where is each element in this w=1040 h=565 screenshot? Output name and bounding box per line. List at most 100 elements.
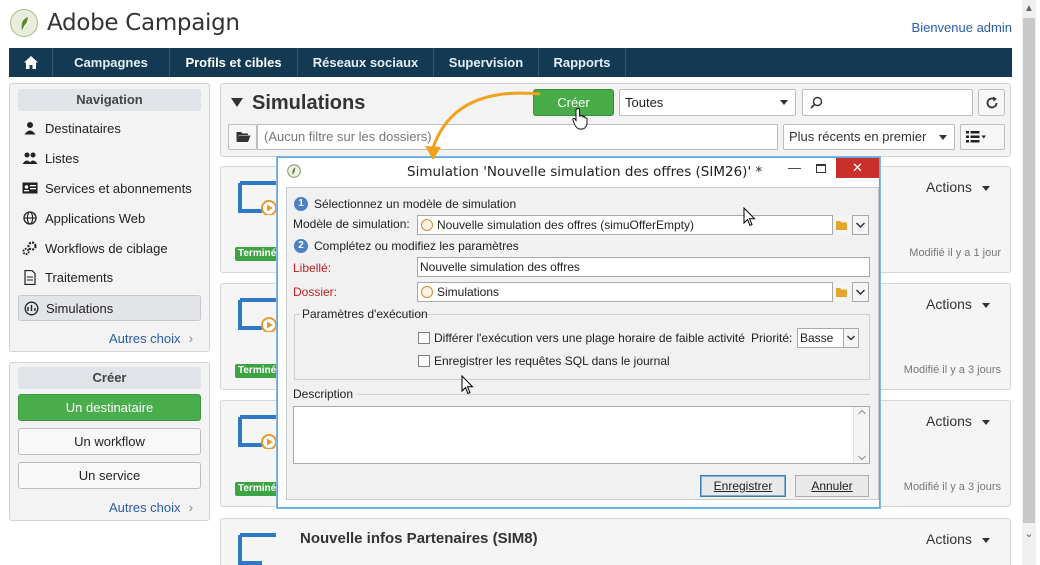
step-2-badge: 2 xyxy=(294,239,308,253)
modified-date: Modifié il y a 3 jours xyxy=(903,481,1001,493)
model-label: Modèle de simulation: xyxy=(293,217,410,231)
folder-open-icon xyxy=(236,131,251,143)
chevron-right-icon: › xyxy=(188,330,194,346)
arrow-cursor-icon xyxy=(461,375,474,395)
maximize-icon[interactable] xyxy=(816,164,826,173)
scroll-thumb[interactable] xyxy=(1023,18,1035,523)
simulation-card-icon xyxy=(238,415,278,449)
nav-campagnes[interactable]: Campagnes xyxy=(53,48,170,77)
close-icon[interactable]: ✕ xyxy=(836,158,879,178)
arrow-cursor-icon xyxy=(743,207,756,227)
refresh-button[interactable] xyxy=(978,89,1005,116)
card-actions-menu[interactable]: Actions xyxy=(926,531,990,547)
sidebar-item-destinataires[interactable]: Destinataires xyxy=(18,115,201,141)
list-view-icon xyxy=(966,130,986,144)
chevron-down-icon xyxy=(843,329,858,347)
simulation-card-icon xyxy=(238,533,278,565)
refresh-icon xyxy=(985,96,999,110)
group-line xyxy=(401,314,870,315)
adobe-campaign-logo xyxy=(10,9,38,37)
card-actions-menu[interactable]: Actions xyxy=(926,413,990,429)
group-line xyxy=(294,314,300,315)
sidebar-item-traitements[interactable]: Traitements xyxy=(18,264,201,290)
step-1-badge: 1 xyxy=(294,197,308,211)
priority-select[interactable]: Basse xyxy=(797,328,859,348)
save-button[interactable]: Enregistrer xyxy=(700,475,786,497)
search-input[interactable] xyxy=(802,89,973,116)
scroll-down-icon[interactable]: ⌄ xyxy=(1022,527,1036,541)
card-actions-menu[interactable]: Actions xyxy=(926,179,990,195)
textarea-scrollbar[interactable] xyxy=(853,407,869,463)
execution-group-title: Paramètres d'exécution xyxy=(302,307,428,321)
status-filter-select[interactable]: Toutes xyxy=(619,89,796,116)
globe-icon xyxy=(22,210,38,226)
nav-supervision[interactable]: Supervision xyxy=(434,48,539,77)
dropdown-arrow-icon xyxy=(780,100,788,105)
log-sql-label: Enregistrer les requêtes SQL dans le jou… xyxy=(434,354,670,368)
status-badge: Terminé xyxy=(235,364,277,378)
model-field[interactable]: Nouvelle simulation des offres (simuOffe… xyxy=(417,215,833,235)
folder-icon[interactable] xyxy=(834,282,850,302)
log-sql-checkbox[interactable] xyxy=(418,355,430,367)
defer-execution-checkbox[interactable] xyxy=(418,332,430,344)
nav-profils-et-cibles[interactable]: Profils et cibles xyxy=(170,48,298,77)
sidebar-item-label: Traitements xyxy=(45,269,114,285)
create-more-choices[interactable]: Autres choix › xyxy=(109,499,193,515)
status-badge: Terminé xyxy=(235,247,277,261)
main-navbar: Campagnes Profils et cibles Réseaux soci… xyxy=(9,48,1012,77)
sidebar-item-label: Applications Web xyxy=(45,210,146,226)
create-recipient-button[interactable]: Un destinataire xyxy=(18,394,201,421)
play-icon xyxy=(421,218,433,231)
card-title[interactable]: Nouvelle infos Partenaires (SIM8) xyxy=(300,530,538,547)
sidebar-item-simulations[interactable]: Simulations xyxy=(18,295,201,321)
nav-rapports[interactable]: Rapports xyxy=(539,48,626,77)
home-icon[interactable] xyxy=(9,48,53,77)
nav-more-choices[interactable]: Autres choix › xyxy=(109,330,193,346)
sidebar-item-label: Workflows de ciblage xyxy=(45,240,168,256)
minimize-icon[interactable]: — xyxy=(788,160,801,175)
dropdown-arrow-icon xyxy=(981,419,990,425)
sidebar-item-services[interactable]: Services et abonnements xyxy=(18,175,201,201)
simulation-card-icon xyxy=(238,298,278,332)
model-dropdown-button[interactable] xyxy=(852,215,869,235)
view-mode-button[interactable] xyxy=(960,124,1005,150)
sidebar-item-label: Services et abonnements xyxy=(45,180,192,196)
folder-filter-button[interactable] xyxy=(228,124,257,150)
folder-icon[interactable] xyxy=(834,215,850,235)
card-actions-menu[interactable]: Actions xyxy=(926,296,990,312)
dialog-app-icon xyxy=(287,164,301,178)
dossier-label: Dossier: xyxy=(293,285,338,299)
libelle-label: Libellé: xyxy=(293,261,332,275)
page-title: Simulations xyxy=(252,92,366,114)
dialog-title: Simulation 'Nouvelle simulation des offr… xyxy=(407,164,763,180)
id-card-icon xyxy=(22,180,38,196)
dossier-field[interactable]: Simulations xyxy=(417,282,833,302)
navigation-title: Navigation xyxy=(18,89,201,111)
dossier-dropdown-button[interactable] xyxy=(852,282,869,302)
sidebar-item-workflows[interactable]: Workflows de ciblage xyxy=(18,235,201,261)
sidebar-item-listes[interactable]: Listes xyxy=(18,145,201,171)
scroll-up-icon[interactable]: ▲ xyxy=(1022,3,1036,17)
simulation-icon xyxy=(23,300,39,316)
create-service-button[interactable]: Un service xyxy=(18,462,201,489)
welcome-user-link[interactable]: Bienvenue admin xyxy=(912,20,1012,35)
create-title: Créer xyxy=(18,367,201,389)
priority-label: Priorité: xyxy=(751,331,793,345)
collapse-triangle-icon[interactable] xyxy=(231,98,243,107)
dropdown-arrow-icon xyxy=(981,537,990,543)
libelle-input[interactable]: Nouvelle simulation des offres xyxy=(417,257,870,277)
cancel-button[interactable]: Annuler xyxy=(795,475,869,497)
sidebar-item-applications-web[interactable]: Applications Web xyxy=(18,205,201,231)
defer-execution-label: Différer l'exécution vers une plage hora… xyxy=(434,331,745,345)
sort-select[interactable]: Plus récents en premier xyxy=(783,124,955,150)
description-textarea[interactable] xyxy=(293,406,870,464)
create-workflow-button[interactable]: Un workflow xyxy=(18,428,201,455)
simulation-card-icon xyxy=(238,181,278,215)
group-icon xyxy=(22,150,38,166)
person-icon xyxy=(22,120,38,136)
sidebar-item-label: Simulations xyxy=(46,300,114,316)
gears-icon xyxy=(22,240,38,256)
dropdown-arrow-icon xyxy=(939,135,947,140)
callout-arrow-icon xyxy=(418,88,544,164)
nav-reseaux-sociaux[interactable]: Réseaux sociaux xyxy=(298,48,434,77)
